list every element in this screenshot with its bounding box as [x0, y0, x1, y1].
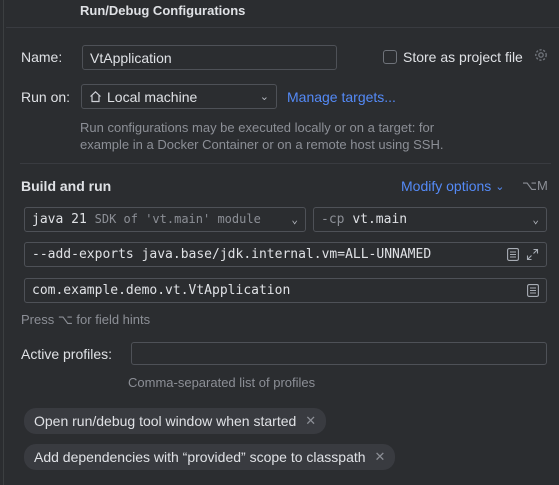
modify-options-shortcut: ⌥M [522, 178, 548, 193]
manage-targets-link[interactable]: Manage targets... [287, 89, 396, 105]
main-class-field[interactable]: com.example.demo.vt.VtApplication [24, 278, 547, 303]
name-field-value: VtApplication [90, 49, 172, 66]
store-as-project-file-checkbox[interactable] [383, 50, 397, 64]
run-on-hint-line2: example in a Docker Container or on a re… [80, 137, 444, 152]
main-class-value: com.example.demo.vt.VtApplication [32, 283, 291, 298]
close-icon[interactable]: ✕ [375, 449, 386, 465]
run-on-hint-line1: Run configurations may be executed local… [80, 120, 435, 135]
chevron-down-icon: ⌄ [532, 213, 539, 226]
vm-options-value: --add-exports java.base/jdk.internal.vm=… [32, 247, 432, 262]
active-profiles-hint: Comma-separated list of profiles [128, 375, 316, 390]
field-hint: Press ⌥ for field hints [21, 312, 151, 327]
chevron-down-icon: ⌄ [291, 213, 298, 226]
active-profiles-label: Active profiles: [21, 346, 113, 362]
expand-icon[interactable] [526, 248, 539, 261]
run-on-label: Run on: [21, 89, 71, 105]
chip-provided-scope[interactable]: Add dependencies with “provided” scope t… [24, 444, 396, 470]
jdk-version: java 21 [32, 212, 87, 227]
chip-label: Open run/debug tool window when started [34, 413, 297, 429]
jdk-select[interactable]: java 21 SDK of 'vt.main' module ⌄ [24, 207, 306, 232]
left-panel-edge [0, 0, 4, 485]
dialog-title: Run/Debug Configurations [80, 3, 246, 18]
modify-options-link[interactable]: Modify options ⌄ [401, 178, 505, 194]
cp-module: vt.main [352, 212, 408, 227]
chevron-down-icon: ⌄ [259, 91, 269, 103]
section-separator [20, 163, 551, 164]
document-icon[interactable] [527, 284, 539, 297]
chip-open-tool-window[interactable]: Open run/debug tool window when started … [24, 408, 327, 434]
close-icon[interactable]: ✕ [305, 413, 316, 429]
run-on-value: Local machine [107, 88, 198, 105]
name-field[interactable]: VtApplication [82, 45, 337, 70]
modify-options-label: Modify options [401, 178, 492, 194]
vm-options-field[interactable]: --add-exports java.base/jdk.internal.vm=… [24, 242, 547, 267]
classpath-select[interactable]: -cp vt.main ⌄ [313, 207, 547, 232]
chip-label: Add dependencies with “provided” scope t… [34, 449, 366, 465]
home-icon [89, 90, 102, 103]
active-profiles-field[interactable] [131, 342, 547, 365]
title-separator [6, 27, 559, 28]
run-on-select[interactable]: Local machine ⌄ [81, 84, 277, 109]
chevron-down-icon: ⌄ [495, 180, 505, 193]
build-and-run-heading: Build and run [21, 178, 112, 194]
cp-flag: -cp [321, 212, 345, 227]
jdk-detail: SDK of 'vt.main' module [94, 212, 261, 226]
gear-icon[interactable] [532, 46, 550, 64]
store-as-project-file-label[interactable]: Store as project file [403, 49, 523, 65]
document-icon[interactable] [507, 248, 519, 261]
name-label: Name: [21, 49, 63, 65]
